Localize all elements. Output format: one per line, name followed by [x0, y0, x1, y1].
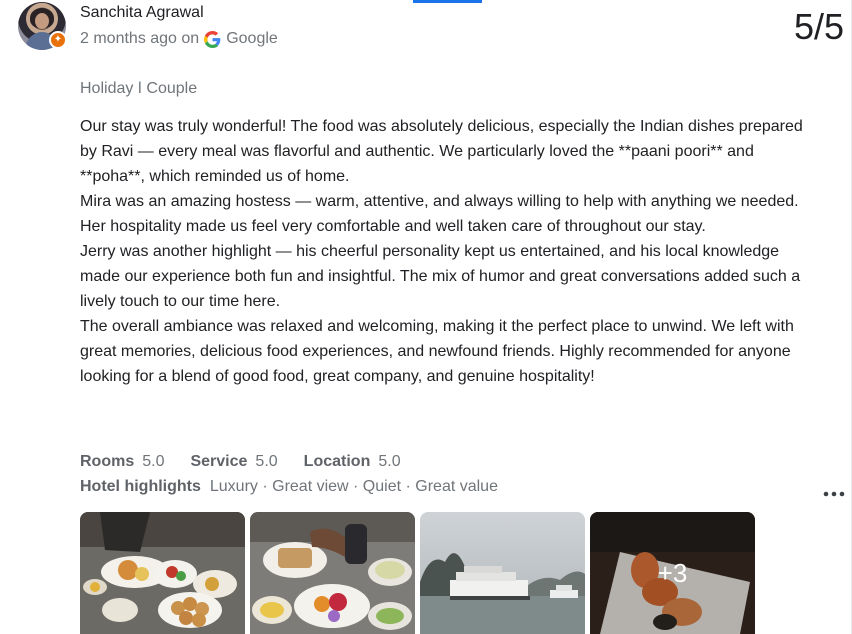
trip-tags: Holiday ǀ Couple: [80, 80, 198, 97]
review-paragraph: Jerry was another highlight — his cheerf…: [80, 243, 801, 310]
rating-label: Location: [303, 453, 371, 470]
review-meta: 2 months ago on Google: [80, 30, 278, 48]
more-options-icon: [823, 491, 845, 497]
rating-label: Service: [190, 453, 248, 470]
highlights-label: Hotel highlights: [80, 478, 201, 495]
rating-label: Rooms: [80, 453, 135, 470]
avatar-face: [35, 13, 49, 29]
review-photo-breakfast[interactable]: [250, 512, 415, 634]
review-paragraph: Mira was an amazing hostess — warm, atte…: [80, 193, 799, 235]
rating-value: 5.0: [378, 453, 401, 470]
more-photos-count[interactable]: +3: [590, 512, 755, 634]
local-guide-badge-icon: ✦: [49, 31, 67, 49]
reviewer-name[interactable]: Sanchita Agrawal: [80, 4, 204, 22]
review-photo-sushi[interactable]: +3: [590, 512, 755, 634]
review-counter: 5/5: [793, 6, 844, 47]
rating-service: Service 5.0: [190, 453, 277, 471]
highlights-value: Luxury · Great view · Quiet · Great valu…: [209, 478, 498, 495]
rating-location: Location 5.0: [304, 453, 401, 471]
review-photo-food-table[interactable]: [80, 512, 245, 634]
more-options-button[interactable]: [822, 486, 846, 502]
google-g-icon: [204, 30, 221, 48]
ratings: Rooms 5.0 Service 5.0 Location 5.0: [80, 453, 427, 471]
active-tab-indicator: [413, 0, 482, 3]
review-paragraph: Our stay was truly wonderful! The food w…: [80, 118, 803, 185]
review-text: Our stay was truly wonderful! The food w…: [80, 114, 820, 389]
rating-value: 5.0: [142, 453, 165, 470]
review-source: Google: [226, 30, 278, 47]
review-photo-bay-cruise[interactable]: [420, 512, 585, 634]
review-paragraph: The overall ambiance was relaxed and wel…: [80, 318, 794, 385]
hotel-highlights: Hotel highlights Luxury · Great view · Qu…: [80, 478, 498, 496]
rating-rooms: Rooms 5.0: [80, 453, 164, 471]
review-time: 2 months ago on: [80, 30, 200, 47]
rating-value: 5.0: [255, 453, 278, 470]
